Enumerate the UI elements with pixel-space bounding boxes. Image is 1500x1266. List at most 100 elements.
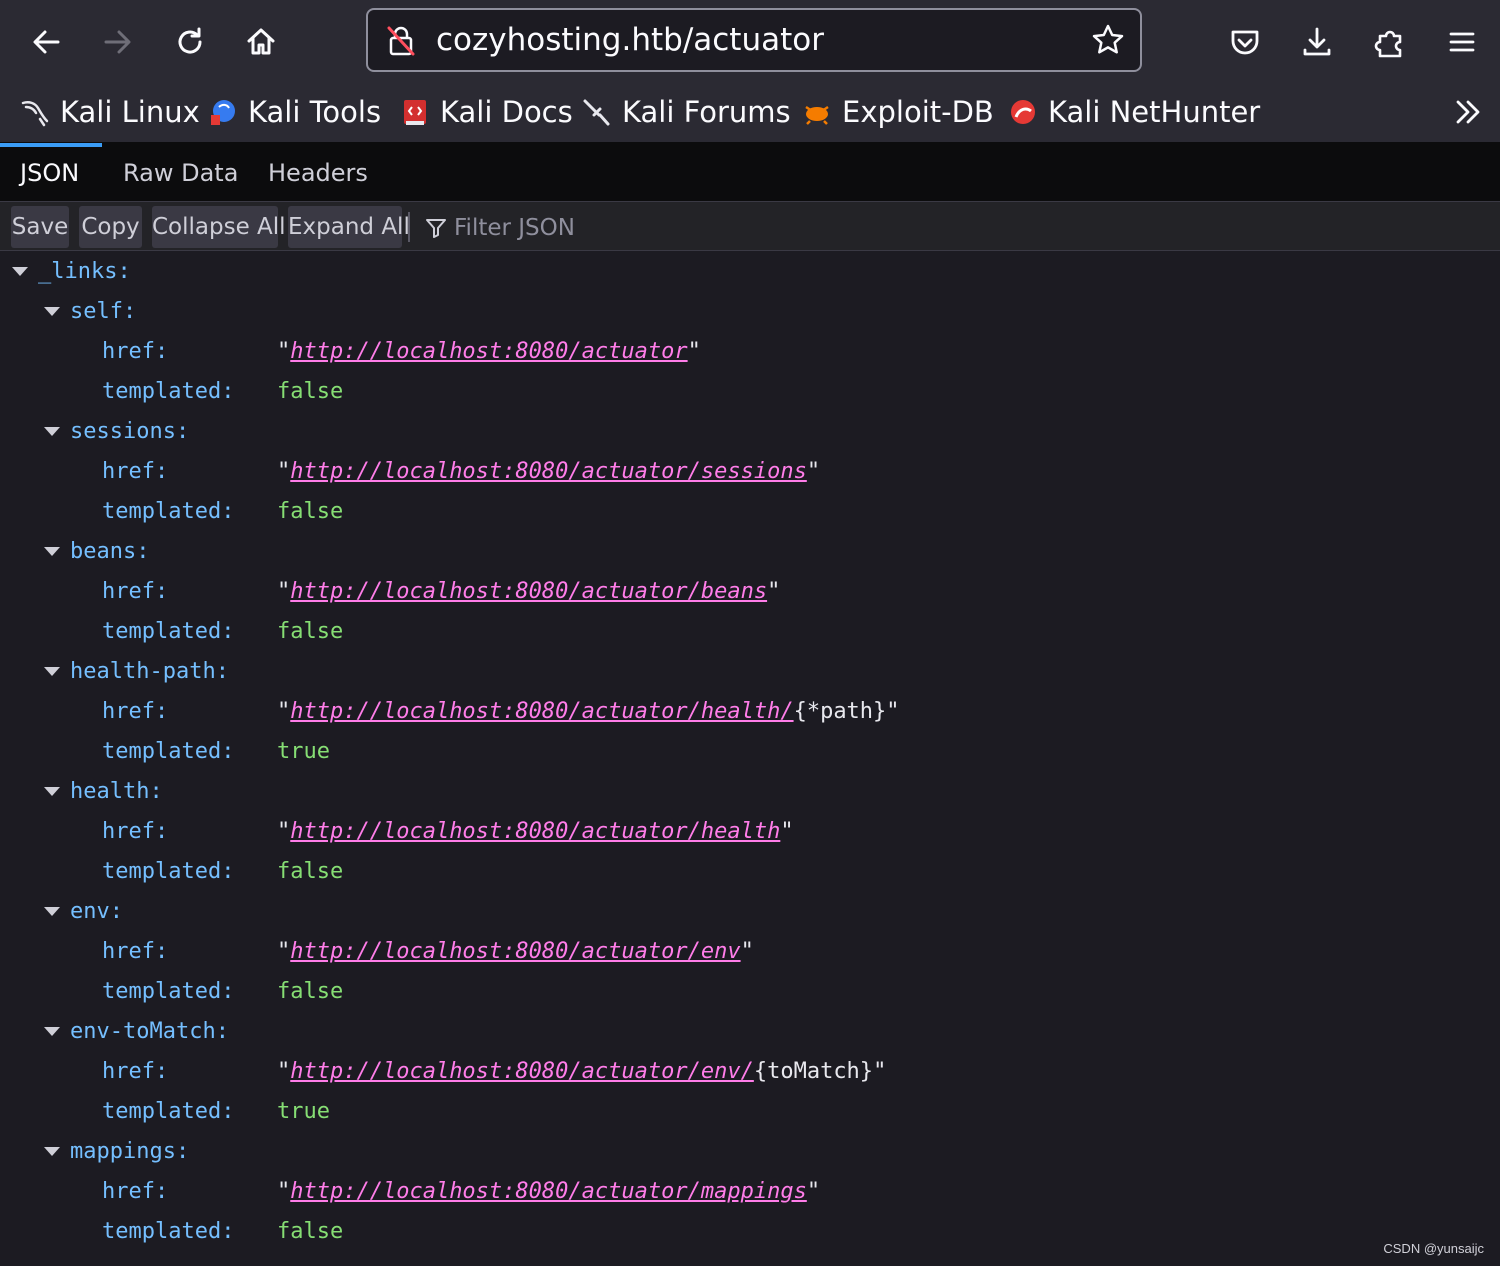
bookmark-star-icon[interactable] bbox=[1090, 22, 1126, 58]
download-icon bbox=[1303, 27, 1331, 56]
json-boolean-value: true bbox=[277, 739, 330, 764]
json-object-row[interactable]: self: bbox=[0, 292, 1500, 332]
expand-triangle-icon[interactable] bbox=[44, 787, 60, 796]
json-boolean-value: true bbox=[277, 1099, 330, 1124]
json-url-link[interactable]: http://localhost:8080/actuator/mappings bbox=[290, 1179, 807, 1204]
tab-json[interactable]: JSON bbox=[20, 143, 79, 201]
pocket-icon bbox=[1231, 30, 1259, 55]
json-key: env-toMatch: bbox=[70, 1019, 229, 1044]
json-key: templated: bbox=[102, 379, 235, 404]
bookmark-kali-docs[interactable]: Kali Docs bbox=[400, 92, 573, 132]
bookmarks-toolbar: Kali Linux Kali Tools Kali Docs Kali For… bbox=[0, 84, 1500, 143]
tab-headers[interactable]: Headers bbox=[268, 143, 368, 201]
json-boolean-value: false bbox=[277, 859, 344, 884]
json-href-row: href: "http://localhost:8080/actuator/hea… bbox=[0, 812, 1500, 852]
expand-triangle-icon[interactable] bbox=[44, 1027, 60, 1036]
quote-mark: " bbox=[806, 1179, 821, 1204]
bookmark-label: Kali NetHunter bbox=[1048, 95, 1261, 129]
quote-mark: " bbox=[886, 699, 900, 724]
quote-mark: " bbox=[780, 819, 794, 844]
kali-forums-icon bbox=[583, 99, 610, 126]
json-templated-row: templated: false bbox=[0, 972, 1500, 1012]
toolbar-divider bbox=[408, 212, 410, 242]
expand-triangle-icon[interactable] bbox=[12, 267, 28, 276]
json-key: health: bbox=[70, 779, 163, 804]
bookmark-label: Kali Linux bbox=[60, 95, 200, 129]
reload-button[interactable] bbox=[162, 14, 218, 70]
json-templated-row: templated: false bbox=[0, 372, 1500, 412]
json-url-link[interactable]: http://localhost:8080/actuator/env/ bbox=[290, 1059, 754, 1084]
tab-raw-data[interactable]: Raw Data bbox=[123, 143, 238, 201]
filter-icon bbox=[426, 219, 446, 238]
json-key: href: bbox=[102, 1059, 169, 1084]
json-key: env: bbox=[70, 899, 123, 924]
bookmark-kali-nethunter[interactable]: Kali NetHunter bbox=[1008, 92, 1260, 132]
puzzle-icon bbox=[1374, 30, 1402, 58]
json-href-row: href: "http://localhost:8080/actuator/map… bbox=[0, 1172, 1500, 1212]
copy-button[interactable]: Copy bbox=[79, 206, 142, 248]
home-icon bbox=[247, 28, 275, 55]
json-object-row[interactable]: mappings: bbox=[0, 1132, 1500, 1172]
json-object-row[interactable]: health: bbox=[0, 772, 1500, 812]
quote-mark: " bbox=[687, 339, 701, 364]
json-key: templated: bbox=[102, 859, 235, 884]
bookmark-kali-tools[interactable]: Kali Tools bbox=[208, 92, 381, 132]
home-button[interactable] bbox=[233, 14, 289, 70]
expand-all-button[interactable]: Expand All bbox=[288, 206, 410, 248]
json-key: href: bbox=[102, 459, 169, 484]
collapse-all-button[interactable]: Collapse All bbox=[152, 206, 286, 248]
expand-triangle-icon[interactable] bbox=[44, 907, 60, 916]
json-object-row[interactable]: env-toMatch: bbox=[0, 1012, 1500, 1052]
expand-triangle-icon[interactable] bbox=[44, 427, 60, 436]
expand-triangle-icon[interactable] bbox=[44, 667, 60, 676]
json-object-row[interactable]: env: bbox=[0, 892, 1500, 932]
expand-triangle-icon[interactable] bbox=[44, 307, 60, 316]
downloads-button[interactable] bbox=[1289, 14, 1345, 70]
exploit-db-icon bbox=[805, 105, 829, 125]
json-root-row[interactable]: _links: bbox=[0, 252, 1500, 292]
bookmark-kali-forums[interactable]: Kali Forums bbox=[582, 92, 791, 132]
json-url-link[interactable]: http://localhost:8080/actuator/health/ bbox=[290, 699, 793, 724]
watermark: CSDN @yunsaijc bbox=[1383, 1241, 1484, 1256]
json-href-row: href: "http://localhost:8080/actuator/hea… bbox=[0, 692, 1500, 732]
url-text[interactable]: cozyhosting.htb/actuator bbox=[436, 22, 824, 58]
json-object-row[interactable]: beans: bbox=[0, 532, 1500, 572]
bookmark-label: Kali Forums bbox=[622, 95, 791, 129]
json-templated-row: templated: false bbox=[0, 852, 1500, 892]
quote-mark: " bbox=[277, 459, 291, 484]
filter-json-input[interactable] bbox=[452, 208, 1056, 248]
json-boolean-value: false bbox=[277, 1219, 344, 1244]
json-url-link[interactable]: http://localhost:8080/actuator/env bbox=[290, 939, 740, 964]
json-object-row[interactable]: sessions: bbox=[0, 412, 1500, 452]
quote-mark: " bbox=[277, 1059, 291, 1084]
extensions-button[interactable] bbox=[1362, 14, 1418, 70]
json-templated-row: templated: true bbox=[0, 732, 1500, 772]
nethunter-icon bbox=[1011, 100, 1035, 124]
json-href-row: href: "http://localhost:8080/actuator/bea… bbox=[0, 572, 1500, 612]
json-url-link[interactable]: http://localhost:8080/actuator bbox=[290, 339, 687, 364]
json-string-value: "http://localhost:8080/actuator/mappings… bbox=[277, 1172, 820, 1212]
expand-triangle-icon[interactable] bbox=[44, 1147, 60, 1156]
back-button[interactable] bbox=[18, 14, 74, 70]
json-url-link[interactable]: http://localhost:8080/actuator/beans bbox=[290, 579, 767, 604]
json-string-value: "http://localhost:8080/actuator/beans" bbox=[277, 572, 780, 612]
json-url-link[interactable]: http://localhost:8080/actuator/sessions bbox=[290, 459, 807, 484]
navigation-toolbar: cozyhosting.htb/actuator bbox=[0, 0, 1500, 84]
address-bar[interactable]: cozyhosting.htb/actuator bbox=[366, 8, 1142, 72]
json-string-value: "http://localhost:8080/actuator/env" bbox=[277, 932, 754, 972]
json-object-row[interactable]: health-path: bbox=[0, 652, 1500, 692]
json-url-link[interactable]: http://localhost:8080/actuator/health bbox=[290, 819, 780, 844]
pocket-button[interactable] bbox=[1217, 14, 1273, 70]
json-key: templated: bbox=[102, 619, 235, 644]
json-key: mappings: bbox=[70, 1139, 190, 1164]
chevron-double-right-icon[interactable] bbox=[1450, 94, 1486, 130]
save-button[interactable]: Save bbox=[11, 206, 69, 248]
expand-triangle-icon[interactable] bbox=[44, 547, 60, 556]
forward-button[interactable] bbox=[90, 14, 146, 70]
json-string-value: "http://localhost:8080/actuator" bbox=[277, 332, 701, 372]
app-menu-button[interactable] bbox=[1434, 14, 1490, 70]
json-key: self: bbox=[70, 299, 137, 324]
bookmark-exploit-db[interactable]: Exploit-DB bbox=[802, 92, 994, 132]
bookmark-kali-linux[interactable]: Kali Linux bbox=[20, 92, 200, 132]
quote-mark: " bbox=[740, 939, 754, 964]
